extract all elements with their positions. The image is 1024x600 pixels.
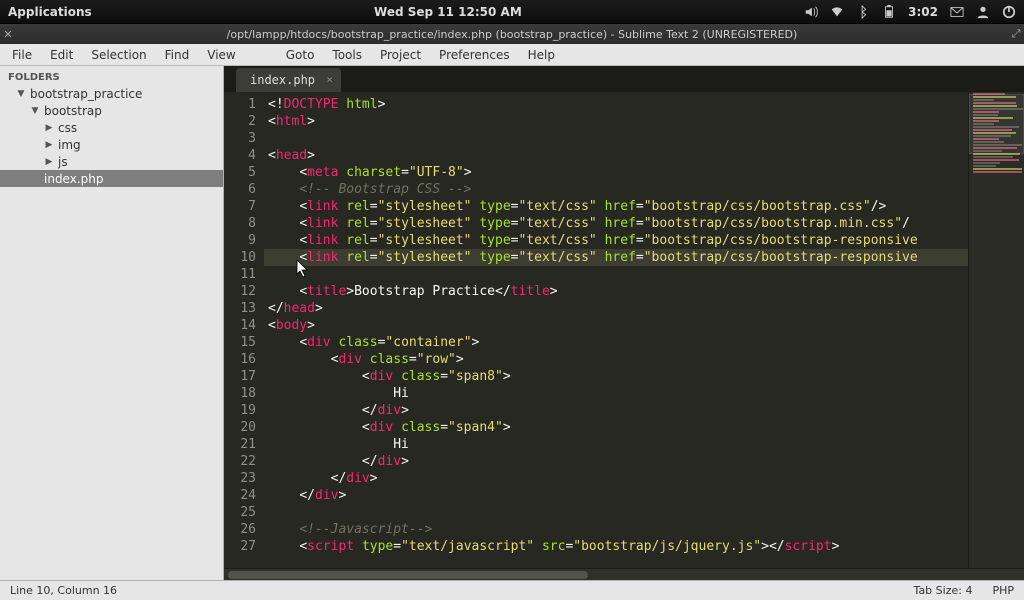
tab-strip: index.php ×: [224, 66, 1024, 92]
wifi-icon[interactable]: [830, 5, 844, 19]
mail-icon[interactable]: [950, 5, 964, 19]
file-label: index.php: [44, 172, 217, 186]
code-view[interactable]: <!DOCTYPE html><html> <head> <meta chars…: [264, 92, 968, 568]
minimap[interactable]: [968, 92, 1024, 568]
menu-preferences[interactable]: Preferences: [431, 46, 518, 64]
tab-index-php[interactable]: index.php ×: [236, 68, 341, 92]
folder-label: bootstrap_practice: [30, 87, 217, 101]
status-bar: Line 10, Column 16 Tab Size: 4 PHP: [0, 580, 1024, 600]
folder-js[interactable]: ▶ js: [0, 153, 223, 170]
disclosure-down-icon[interactable]: ▼: [16, 89, 26, 99]
system-top-bar: Applications Wed Sep 11 12:50 AM 3:02: [0, 0, 1024, 24]
folder-img[interactable]: ▶ img: [0, 136, 223, 153]
editor-area: index.php × 1234567891011121314151617181…: [224, 66, 1024, 580]
menu-file[interactable]: File: [4, 46, 40, 64]
sidebar-header: FOLDERS: [0, 70, 223, 85]
folder-root[interactable]: ▼ bootstrap_practice: [0, 85, 223, 102]
folder-label: js: [58, 155, 217, 169]
sublime-window: ✕ /opt/lampp/htdocs/bootstrap_practice/i…: [0, 24, 1024, 600]
disclosure-right-icon[interactable]: ▶: [44, 157, 54, 167]
gutter: 1234567891011121314151617181920212223242…: [224, 92, 264, 568]
user-icon[interactable]: [976, 5, 990, 19]
app-menubar: File Edit Selection Find View Goto Tools…: [0, 44, 1024, 66]
power-icon[interactable]: [1002, 5, 1016, 19]
menu-gap: [246, 53, 276, 57]
system-clock-center: Wed Sep 11 12:50 AM: [92, 5, 804, 19]
folder-label: css: [58, 121, 217, 135]
tab-label: index.php: [250, 73, 315, 87]
system-clock-right: 3:02: [908, 5, 938, 19]
status-cursor-position[interactable]: Line 10, Column 16: [10, 584, 117, 597]
menu-project[interactable]: Project: [372, 46, 429, 64]
disclosure-right-icon[interactable]: ▶: [44, 123, 54, 133]
menu-view[interactable]: View: [199, 46, 243, 64]
applications-menu[interactable]: Applications: [8, 5, 92, 19]
folder-css[interactable]: ▶ css: [0, 119, 223, 136]
menu-edit[interactable]: Edit: [42, 46, 81, 64]
horizontal-scrollbar[interactable]: [224, 568, 1024, 580]
file-index-php[interactable]: index.php: [0, 170, 223, 187]
disclosure-down-icon[interactable]: ▼: [30, 106, 40, 116]
menu-find[interactable]: Find: [157, 46, 198, 64]
folder-label: img: [58, 138, 217, 152]
battery-icon[interactable]: [882, 5, 896, 19]
status-language[interactable]: PHP: [992, 584, 1014, 597]
minimap-viewport[interactable]: [969, 94, 1024, 154]
scrollbar-thumb[interactable]: [228, 571, 588, 579]
menu-goto[interactable]: Goto: [278, 46, 323, 64]
menu-tools[interactable]: Tools: [324, 46, 370, 64]
menu-selection[interactable]: Selection: [83, 46, 154, 64]
maximize-icon[interactable]: ⤢: [1008, 27, 1024, 41]
menu-help[interactable]: Help: [520, 46, 563, 64]
sidebar: FOLDERS ▼ bootstrap_practice ▼ bootstrap…: [0, 66, 224, 580]
status-tab-size[interactable]: Tab Size: 4: [914, 584, 973, 597]
bluetooth-icon[interactable]: [856, 5, 870, 19]
disclosure-right-icon[interactable]: ▶: [44, 140, 54, 150]
folder-label: bootstrap: [44, 104, 217, 118]
volume-icon[interactable]: [804, 5, 818, 19]
window-title: /opt/lampp/htdocs/bootstrap_practice/ind…: [16, 28, 1008, 41]
window-titlebar[interactable]: ✕ /opt/lampp/htdocs/bootstrap_practice/i…: [0, 24, 1024, 44]
close-icon[interactable]: ✕: [0, 28, 16, 41]
folder-bootstrap[interactable]: ▼ bootstrap: [0, 102, 223, 119]
tab-close-icon[interactable]: ×: [326, 73, 333, 86]
